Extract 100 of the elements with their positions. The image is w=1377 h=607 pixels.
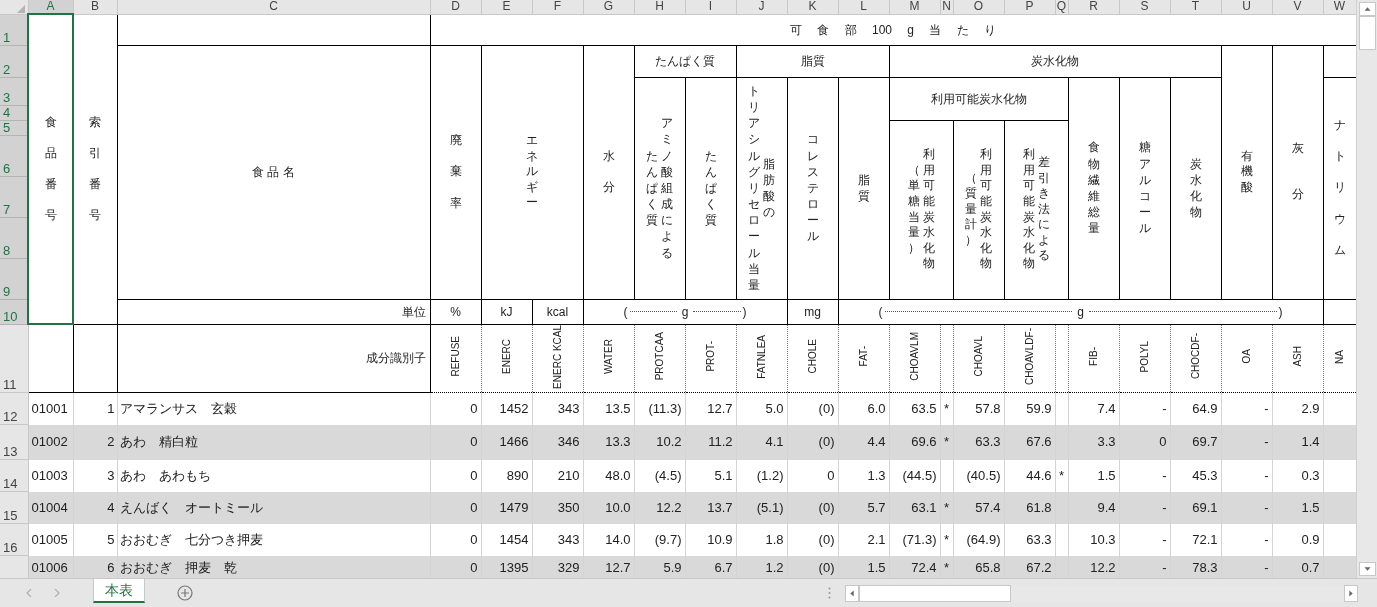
column-header[interactable]: D bbox=[430, 0, 481, 14]
column-header[interactable]: O bbox=[953, 0, 1004, 14]
previous-sheet-icon[interactable] bbox=[26, 589, 32, 597]
scroll-left-icon[interactable] bbox=[845, 584, 859, 602]
row-header[interactable]: 13 bbox=[0, 424, 28, 460]
identifier-cell: FAT- bbox=[838, 324, 889, 393]
row-header[interactable]: 2 bbox=[0, 45, 28, 77]
value-cell: (64.9) bbox=[953, 523, 1004, 556]
column-heading: 炭水化物 bbox=[889, 45, 1221, 77]
column-heading: たんぱく質 bbox=[685, 77, 736, 299]
row-header[interactable]: 6 bbox=[0, 135, 28, 176]
value-cell: 48.0 bbox=[583, 459, 634, 492]
sheet-tab[interactable]: 本表 bbox=[93, 579, 145, 603]
column-heading: コレステロール bbox=[787, 77, 838, 299]
value-cell: 11.2 bbox=[685, 424, 736, 460]
value-cell: 69.1 bbox=[1170, 491, 1221, 524]
column-header[interactable]: C bbox=[117, 0, 430, 14]
value-cell: (0) bbox=[787, 523, 838, 556]
row-header[interactable]: 16 bbox=[0, 523, 28, 556]
value-cell: 45.3 bbox=[1170, 459, 1221, 492]
value-cell: 0.3 bbox=[1272, 459, 1323, 492]
row-header[interactable]: 8 bbox=[0, 217, 28, 258]
value-cell: 14.0 bbox=[583, 523, 634, 556]
value-cell: (11.3) bbox=[634, 392, 685, 425]
column-heading: たんぱく質 bbox=[634, 45, 736, 77]
column-header[interactable]: W bbox=[1323, 0, 1356, 14]
identifier-cell: CHOAVLDF- bbox=[1004, 324, 1055, 393]
column-header[interactable]: A bbox=[28, 0, 73, 14]
column-header[interactable]: M bbox=[889, 0, 940, 14]
unit-label: 単位 bbox=[117, 299, 430, 324]
value-cell: 0 bbox=[430, 424, 481, 460]
identifier-cell: PROTCAA bbox=[634, 324, 685, 393]
food-name-cell: あわ あわもち bbox=[117, 459, 430, 492]
column-header[interactable]: I bbox=[685, 0, 736, 14]
value-cell: 0 bbox=[430, 392, 481, 425]
value-cell: (71.3) bbox=[889, 523, 940, 556]
row-header[interactable]: 7 bbox=[0, 176, 28, 217]
column-heading: エネルギー bbox=[481, 45, 583, 299]
row-header[interactable]: 11 bbox=[0, 324, 28, 393]
row-header[interactable]: 14 bbox=[0, 459, 28, 492]
column-header[interactable]: E bbox=[481, 0, 532, 14]
identifier-cell: OA bbox=[1221, 324, 1272, 393]
add-sheet-icon[interactable] bbox=[177, 585, 193, 601]
value-cell: 1.8 bbox=[736, 523, 787, 556]
unit-cell: % bbox=[430, 299, 481, 324]
identifier-cell: PROT- bbox=[685, 324, 736, 393]
column-header[interactable]: G bbox=[583, 0, 634, 14]
column-header[interactable]: F bbox=[532, 0, 583, 14]
value-cell: 10.0 bbox=[583, 491, 634, 524]
column-header[interactable]: J bbox=[736, 0, 787, 14]
identifier-cell: CHOAVL bbox=[953, 324, 1004, 393]
value-cell: (40.5) bbox=[953, 459, 1004, 492]
scrollbar-thumb[interactable] bbox=[859, 584, 1011, 602]
index-cell: 2 bbox=[73, 424, 117, 460]
unit-cell: ( g ) bbox=[838, 299, 1323, 324]
column-header[interactable]: S bbox=[1119, 0, 1170, 14]
value-cell: 3.3 bbox=[1068, 424, 1119, 460]
identifier-cell: ENERC KCAL bbox=[532, 324, 583, 393]
column-header[interactable]: K bbox=[787, 0, 838, 14]
identifier-cell: REFUSE bbox=[430, 324, 481, 393]
unit-cell: mg bbox=[787, 299, 838, 324]
scroll-up-icon[interactable] bbox=[1358, 2, 1376, 16]
food-name-cell: あわ 精白粒 bbox=[117, 424, 430, 460]
column-header[interactable]: U bbox=[1221, 0, 1272, 14]
column-header[interactable]: H bbox=[634, 0, 685, 14]
value-cell: 64.9 bbox=[1170, 392, 1221, 425]
value-cell: 57.4 bbox=[953, 491, 1004, 524]
column-header[interactable]: P bbox=[1004, 0, 1055, 14]
row-header[interactable]: 1 bbox=[0, 14, 28, 45]
value-cell: 346 bbox=[532, 424, 583, 460]
value-cell: 9.4 bbox=[1068, 491, 1119, 524]
vertical-scrollbar[interactable] bbox=[1356, 0, 1377, 578]
value-cell: 4.4 bbox=[838, 424, 889, 460]
value-cell: 13.5 bbox=[583, 392, 634, 425]
identifier-cell: ENERC bbox=[481, 324, 532, 393]
scroll-down-icon[interactable] bbox=[1358, 562, 1376, 576]
value-cell: - bbox=[1221, 491, 1272, 524]
value-cell: (0) bbox=[787, 392, 838, 425]
column-header[interactable]: R bbox=[1068, 0, 1119, 14]
value-cell: (5.1) bbox=[736, 491, 787, 524]
value-cell: 61.8 bbox=[1004, 491, 1055, 524]
row-header[interactable]: 12 bbox=[0, 392, 28, 425]
value-cell: 5.0 bbox=[736, 392, 787, 425]
value-cell: 1454 bbox=[481, 523, 532, 556]
column-header[interactable]: V bbox=[1272, 0, 1323, 14]
scroll-right-icon[interactable] bbox=[1344, 584, 1358, 602]
splitter-icon[interactable] bbox=[828, 587, 831, 599]
identifier-cell: POLYL bbox=[1119, 324, 1170, 393]
value-cell: 63.3 bbox=[953, 424, 1004, 460]
row-header[interactable]: 9 bbox=[0, 258, 28, 299]
next-sheet-icon[interactable] bbox=[54, 589, 60, 597]
column-header[interactable]: T bbox=[1170, 0, 1221, 14]
value-cell: 10.2 bbox=[634, 424, 685, 460]
value-cell: - bbox=[1221, 392, 1272, 425]
scrollbar-thumb[interactable] bbox=[1358, 16, 1376, 50]
row-header[interactable]: 3 bbox=[0, 77, 28, 105]
column-header[interactable]: B bbox=[73, 0, 117, 14]
row-header[interactable]: 15 bbox=[0, 491, 28, 524]
row-header[interactable]: 10 bbox=[0, 299, 28, 324]
column-header[interactable]: L bbox=[838, 0, 889, 14]
